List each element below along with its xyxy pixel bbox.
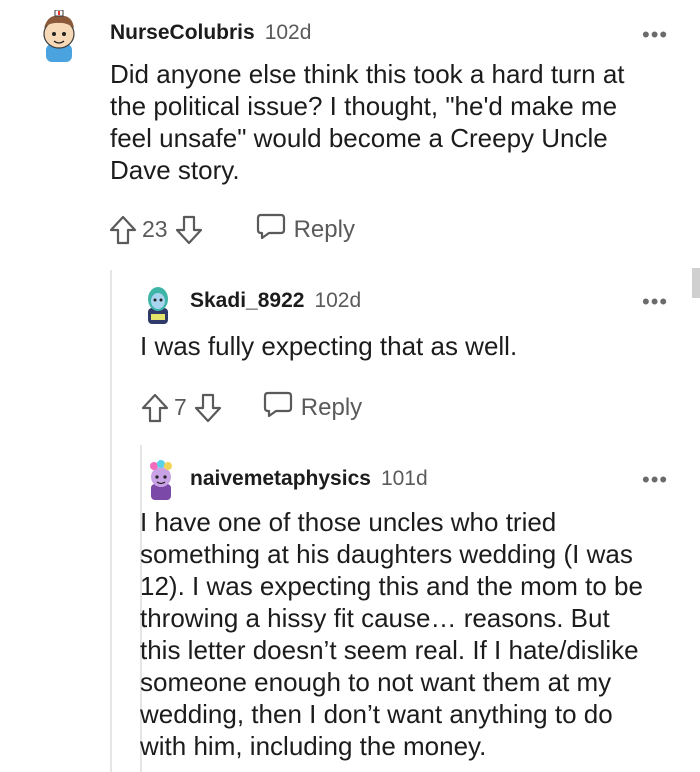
comment-username[interactable]: NurseColubris 102d (110, 21, 311, 45)
comment-body-line: I was fully expecting that as well. (140, 331, 518, 361)
username-text[interactable]: Skadi_8922 (190, 289, 304, 312)
comment-username[interactable]: Skadi_8922 102d (190, 289, 361, 313)
comment-username[interactable]: naivemetaphysics 101d (190, 467, 428, 491)
comment-body-line: with him, including the money. (140, 731, 487, 761)
more-dots-icon[interactable]: ••• (642, 24, 668, 46)
comment-body: I was fully expecting that as well. (140, 330, 680, 362)
comment-body-line: the political issue? I thought, "he'd ma… (110, 91, 618, 121)
comment-body-line: feel unsafe" would become a Creepy Uncle (110, 123, 608, 153)
username-text[interactable]: naivemetaphysics (190, 467, 371, 490)
more-dots-icon[interactable]: ••• (642, 291, 668, 313)
avatar[interactable] (142, 284, 174, 324)
avatar[interactable] (145, 460, 177, 500)
vote-control: 23 (108, 214, 204, 246)
comment-body-line: something at his daughters wedding (I wa… (140, 539, 633, 569)
comment-naivemetaphysics: naivemetaphysics 101d ••• I have one of t… (0, 450, 700, 772)
comment-body-line: Did anyone else think this took a hard t… (110, 59, 625, 89)
more-dots-icon[interactable]: ••• (642, 469, 668, 491)
comment-nursecolubris: NurseColubris 102d ••• Did anyone else th… (0, 0, 700, 260)
vote-control: 7 (140, 392, 223, 424)
upvote-arrow-icon[interactable] (140, 392, 170, 424)
comment-body-line: I have one of those uncles who tried (140, 507, 557, 537)
reply-button[interactable]: Reply (263, 390, 362, 425)
comment-body-line: someone enough to not want them at my (140, 667, 612, 697)
comment-body-line: 12). I was expecting this and the mom to… (140, 571, 643, 601)
comment-actions: 23 Reply (108, 212, 355, 247)
comment-body-line: this letter doesn’t seem real. If I hate… (140, 635, 639, 665)
reply-label: Reply (293, 215, 355, 243)
comment-age: 101d (380, 467, 428, 490)
vote-count: 7 (174, 394, 187, 420)
speech-bubble-icon (256, 212, 294, 247)
comment-age: 102d (314, 289, 362, 312)
avatar[interactable] (36, 10, 82, 62)
speech-bubble-icon (263, 390, 301, 425)
downvote-arrow-icon[interactable] (174, 214, 204, 246)
username-text[interactable]: NurseColubris (110, 21, 255, 44)
vote-count: 23 (142, 216, 168, 242)
reply-label: Reply (300, 393, 363, 421)
comment-body-line: throwing a hissy fit cause… reasons. But (140, 603, 610, 633)
upvote-arrow-icon[interactable] (108, 214, 138, 246)
comment-body-line: Dave story. (110, 155, 240, 185)
downvote-arrow-icon[interactable] (193, 392, 223, 424)
comment-age: 102d (264, 21, 312, 44)
comment-body: I have one of those uncles who tried som… (140, 506, 695, 762)
comment-body: Did anyone else think this took a hard t… (110, 58, 680, 186)
reply-button[interactable]: Reply (256, 212, 355, 247)
comment-actions: 7 Reply (140, 390, 362, 425)
comment-body-line: wedding, then I don’t want anything to d… (140, 699, 613, 729)
comment-skadi: Skadi_8922 102d ••• I was fully expecting… (0, 270, 700, 440)
